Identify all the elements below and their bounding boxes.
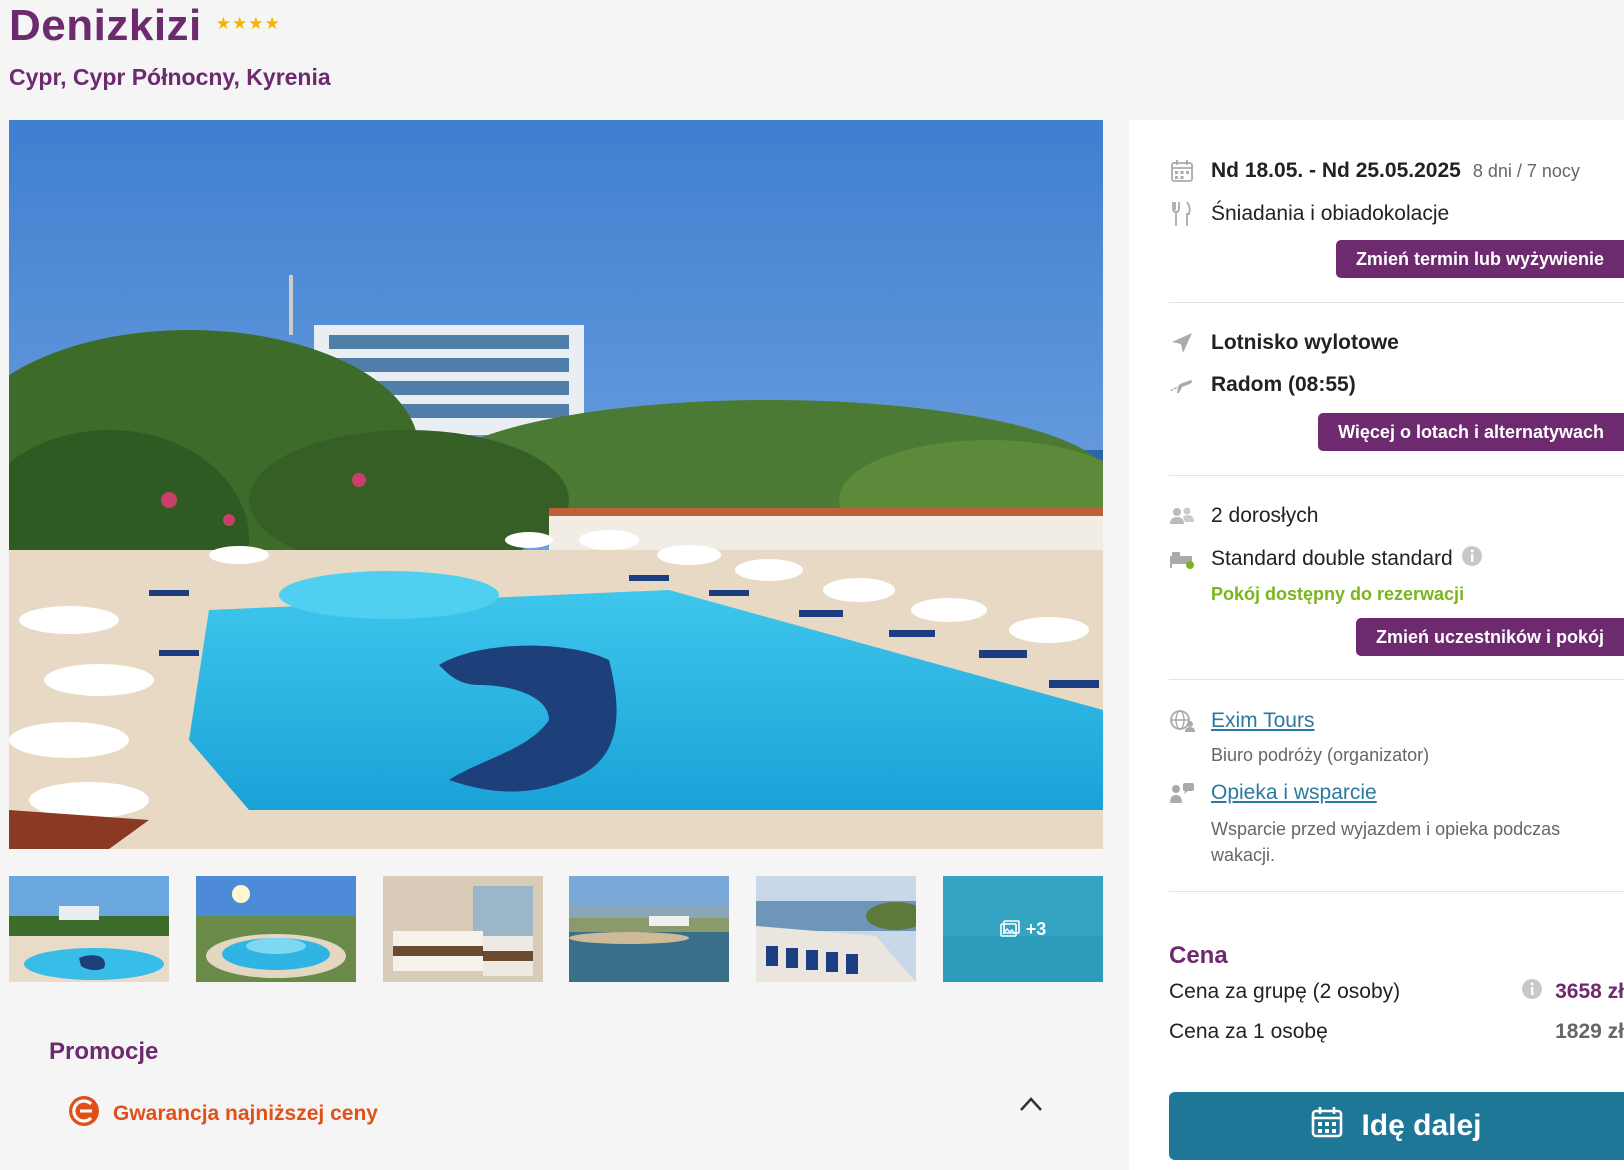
group-price-value: 3658 zł xyxy=(1555,980,1624,1003)
change-room-button[interactable]: Zmień uczestników i pokój xyxy=(1355,618,1624,656)
calendar-icon xyxy=(1311,1106,1343,1146)
info-icon[interactable] xyxy=(1461,545,1483,572)
room-availability-status: Pokój dostępny do rezerwacji xyxy=(1211,584,1465,604)
change-term-button[interactable]: Zmień termin lub wyżywienie xyxy=(1335,240,1624,278)
info-icon[interactable] xyxy=(1521,978,1543,1006)
flights-button[interactable]: Więcej o lotach i alternatywach xyxy=(1318,413,1624,451)
participants-row: 2 dorosłych xyxy=(1169,503,1318,529)
star-icon: ★ xyxy=(215,13,232,33)
thumbnail-4[interactable] xyxy=(569,876,729,982)
divider xyxy=(1169,302,1624,303)
person-price-value: 1829 zł xyxy=(1555,1020,1624,1043)
airport-label-row: Lotnisko wylotowe xyxy=(1169,330,1399,356)
hotel-name: Denizkizi xyxy=(9,1,202,50)
plane-icon xyxy=(1169,372,1195,398)
trip-dates: Nd 18.05. - Nd 25.05.2025 xyxy=(1211,159,1461,182)
bed-icon xyxy=(1169,546,1195,572)
cutlery-icon xyxy=(1169,201,1195,227)
divider xyxy=(1169,891,1624,892)
person-price-label: Cena za 1 osobę xyxy=(1169,1020,1328,1043)
airport-value: Radom (08:55) xyxy=(1211,373,1356,396)
globe-person-icon xyxy=(1169,708,1195,734)
airport-value-row: Radom (08:55) xyxy=(1169,372,1356,398)
airport-label: Lotnisko wylotowe xyxy=(1211,331,1399,354)
room-row: Standard double standard xyxy=(1169,545,1483,572)
thumbnail-2[interactable] xyxy=(196,876,356,982)
chevron-up-icon[interactable] xyxy=(1019,1096,1043,1117)
board-type: Śniadania i obiadokolacje xyxy=(1211,202,1450,225)
star-icon: ★ xyxy=(248,13,264,33)
people-icon xyxy=(1169,503,1195,529)
thumbnail-3[interactable] xyxy=(383,876,543,982)
promotion-item[interactable]: Gwarancja najniższej ceny xyxy=(67,1094,378,1133)
divider xyxy=(1169,475,1624,476)
support-row: Opieka i wsparcie xyxy=(1169,780,1377,806)
calendar-icon xyxy=(1169,158,1195,184)
proceed-button-label: Idę dalej xyxy=(1361,1109,1482,1142)
booking-panel: Nd 18.05. - Nd 25.05.2025 8 dni / 7 nocy… xyxy=(1129,120,1624,1170)
dates-row: Nd 18.05. - Nd 25.05.2025 8 dni / 7 nocy xyxy=(1169,158,1580,184)
hero-image[interactable] xyxy=(9,120,1103,849)
divider xyxy=(1169,679,1624,680)
operator-link[interactable]: Exim Tours xyxy=(1211,709,1314,733)
gallery-icon xyxy=(999,920,1020,938)
star-icon: ★ xyxy=(232,13,248,33)
support-icon xyxy=(1169,780,1195,806)
group-price-label: Cena za grupę (2 osoby) xyxy=(1169,980,1401,1003)
support-description: Wsparcie przed wyjazdem i opieka podczas… xyxy=(1211,819,1561,865)
price-guarantee-icon xyxy=(67,1094,101,1133)
navigation-arrow-icon xyxy=(1169,330,1195,356)
trip-duration: 8 dni / 7 nocy xyxy=(1472,160,1580,181)
support-link[interactable]: Opieka i wsparcie xyxy=(1211,781,1377,805)
group-price-row: Cena za grupę (2 osoby) 3658 zł xyxy=(1169,978,1624,1006)
price-title: Cena xyxy=(1169,942,1228,969)
thumbnail-5[interactable] xyxy=(756,876,916,982)
person-price-row: Cena za 1 osobę 1829 zł xyxy=(1169,1020,1624,1044)
board-row: Śniadania i obiadokolacje xyxy=(1169,201,1449,227)
promotions-section: Promocje Gwarancja najniższej ceny xyxy=(9,1012,1103,1170)
hotel-stars: ★ ★ ★ ★ xyxy=(216,15,280,32)
thumbnail-strip: +3 xyxy=(9,876,1103,982)
promotion-label: Gwarancja najniższej ceny xyxy=(113,1101,378,1125)
operator-row: Exim Tours xyxy=(1169,708,1314,734)
participants: 2 dorosłych xyxy=(1211,504,1319,527)
star-icon: ★ xyxy=(264,13,280,33)
hotel-location: Cypr, Cypr Północny, Kyrenia xyxy=(9,64,331,90)
gallery-more-count: +3 xyxy=(1025,918,1047,939)
hotel-title-row: Denizkizi ★ ★ ★ ★ xyxy=(9,0,280,52)
thumbnail-1[interactable] xyxy=(9,876,169,982)
thumbnail-more[interactable]: +3 xyxy=(943,876,1103,982)
room-type: Standard double standard xyxy=(1211,546,1453,570)
promotions-title: Promocje xyxy=(49,1038,159,1065)
proceed-button[interactable]: Idę dalej xyxy=(1169,1092,1624,1160)
operator-description: Biuro podróży (organizator) xyxy=(1211,745,1430,765)
